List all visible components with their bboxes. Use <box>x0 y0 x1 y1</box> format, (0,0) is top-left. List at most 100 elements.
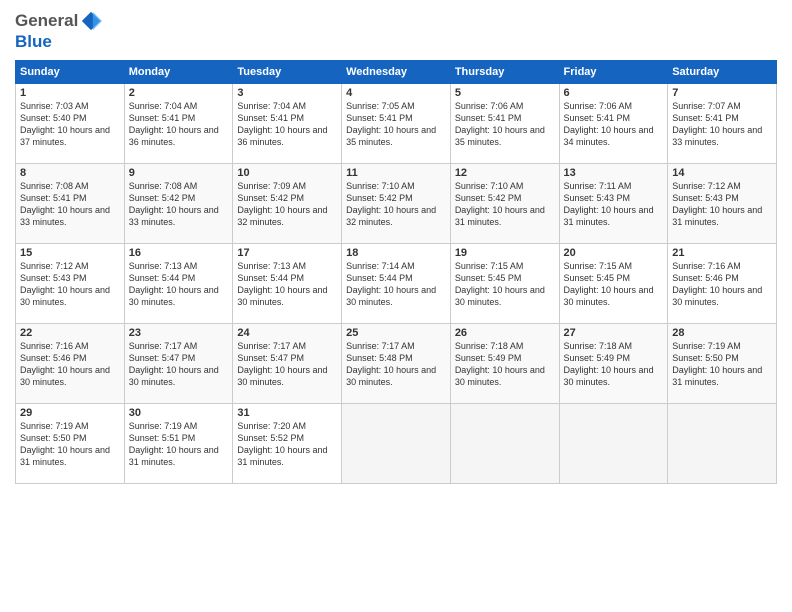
day-number: 18 <box>346 247 446 259</box>
calendar-cell: 30 Sunrise: 7:19 AMSunset: 5:51 PMDayligh… <box>124 404 233 484</box>
day-number: 27 <box>564 327 664 339</box>
logo-icon <box>80 10 102 32</box>
calendar-cell: 6Sunrise: 7:06 AMSunset: 5:41 PMDaylight… <box>559 84 668 164</box>
day-info: Sunrise: 7:10 AMSunset: 5:42 PMDaylight:… <box>455 181 545 227</box>
day-number: 11 <box>346 167 446 179</box>
calendar-cell: 18 Sunrise: 7:14 AMSunset: 5:44 PMDayligh… <box>342 244 451 324</box>
calendar-cell: 26 Sunrise: 7:18 AMSunset: 5:49 PMDayligh… <box>450 324 559 404</box>
calendar-cell: 28 Sunrise: 7:19 AMSunset: 5:50 PMDayligh… <box>668 324 777 404</box>
logo-blue-text: Blue <box>15 32 52 52</box>
calendar-week-2: 8 Sunrise: 7:08 AMSunset: 5:41 PMDaylight… <box>16 164 777 244</box>
calendar-cell: 31 Sunrise: 7:20 AMSunset: 5:52 PMDayligh… <box>233 404 342 484</box>
day-number: 3 <box>237 87 337 99</box>
calendar-cell: 19 Sunrise: 7:15 AMSunset: 5:45 PMDayligh… <box>450 244 559 324</box>
day-info: Sunrise: 7:18 AMSunset: 5:49 PMDaylight:… <box>564 341 654 387</box>
header-row: SundayMondayTuesdayWednesdayThursdayFrid… <box>16 61 777 84</box>
day-info: Sunrise: 7:12 AMSunset: 5:43 PMDaylight:… <box>20 261 110 307</box>
calendar-table: SundayMondayTuesdayWednesdayThursdayFrid… <box>15 60 777 484</box>
day-number: 17 <box>237 247 337 259</box>
day-number: 21 <box>672 247 772 259</box>
day-number: 29 <box>20 407 120 419</box>
day-info: Sunrise: 7:04 AMSunset: 5:41 PMDaylight:… <box>129 101 219 147</box>
calendar-cell: 14 Sunrise: 7:12 AMSunset: 5:43 PMDayligh… <box>668 164 777 244</box>
calendar-cell: 10 Sunrise: 7:09 AMSunset: 5:42 PMDayligh… <box>233 164 342 244</box>
day-number: 23 <box>129 327 229 339</box>
calendar-week-5: 29 Sunrise: 7:19 AMSunset: 5:50 PMDayligh… <box>16 404 777 484</box>
day-number: 9 <box>129 167 229 179</box>
day-number: 15 <box>20 247 120 259</box>
calendar-cell <box>559 404 668 484</box>
calendar-cell: 3 Sunrise: 7:04 AMSunset: 5:41 PMDaylight… <box>233 84 342 164</box>
day-info: Sunrise: 7:13 AMSunset: 5:44 PMDaylight:… <box>237 261 327 307</box>
day-info: Sunrise: 7:19 AMSunset: 5:50 PMDaylight:… <box>672 341 762 387</box>
day-number: 7 <box>672 87 772 99</box>
day-number: 13 <box>564 167 664 179</box>
calendar-cell: 9 Sunrise: 7:08 AMSunset: 5:42 PMDaylight… <box>124 164 233 244</box>
calendar-cell: 1 Sunrise: 7:03 AMSunset: 5:40 PMDaylight… <box>16 84 125 164</box>
calendar-cell <box>342 404 451 484</box>
day-number: 10 <box>237 167 337 179</box>
day-number: 26 <box>455 327 555 339</box>
day-number: 30 <box>129 407 229 419</box>
day-number: 28 <box>672 327 772 339</box>
day-number: 8 <box>20 167 120 179</box>
calendar-week-3: 15 Sunrise: 7:12 AMSunset: 5:43 PMDayligh… <box>16 244 777 324</box>
day-info: Sunrise: 7:10 AMSunset: 5:42 PMDaylight:… <box>346 181 436 227</box>
header: General Blue <box>15 10 777 52</box>
calendar-cell: 17 Sunrise: 7:13 AMSunset: 5:44 PMDayligh… <box>233 244 342 324</box>
calendar-week-4: 22Sunrise: 7:16 AMSunset: 5:46 PMDayligh… <box>16 324 777 404</box>
day-info: Sunrise: 7:18 AMSunset: 5:49 PMDaylight:… <box>455 341 545 387</box>
calendar-cell <box>450 404 559 484</box>
day-number: 19 <box>455 247 555 259</box>
calendar-cell: 22Sunrise: 7:16 AMSunset: 5:46 PMDayligh… <box>16 324 125 404</box>
day-number: 25 <box>346 327 446 339</box>
calendar-cell: 24 Sunrise: 7:17 AMSunset: 5:47 PMDayligh… <box>233 324 342 404</box>
day-header-friday: Friday <box>559 61 668 84</box>
day-header-saturday: Saturday <box>668 61 777 84</box>
calendar-cell: 2 Sunrise: 7:04 AMSunset: 5:41 PMDaylight… <box>124 84 233 164</box>
day-info: Sunrise: 7:09 AMSunset: 5:42 PMDaylight:… <box>237 181 327 227</box>
day-number: 12 <box>455 167 555 179</box>
day-info: Sunrise: 7:05 AMSunset: 5:41 PMDaylight:… <box>346 101 436 147</box>
day-info: Sunrise: 7:12 AMSunset: 5:43 PMDaylight:… <box>672 181 762 227</box>
day-info: Sunrise: 7:15 AMSunset: 5:45 PMDaylight:… <box>455 261 545 307</box>
calendar-cell: 7 Sunrise: 7:07 AMSunset: 5:41 PMDaylight… <box>668 84 777 164</box>
calendar-cell: 13Sunrise: 7:11 AMSunset: 5:43 PMDayligh… <box>559 164 668 244</box>
calendar-cell: 16Sunrise: 7:13 AMSunset: 5:44 PMDayligh… <box>124 244 233 324</box>
day-info: Sunrise: 7:17 AMSunset: 5:47 PMDaylight:… <box>129 341 219 387</box>
day-number: 31 <box>237 407 337 419</box>
day-number: 16 <box>129 247 229 259</box>
day-info: Sunrise: 7:06 AMSunset: 5:41 PMDaylight:… <box>455 101 545 147</box>
day-info: Sunrise: 7:19 AMSunset: 5:50 PMDaylight:… <box>20 421 110 467</box>
calendar-cell: 4Sunrise: 7:05 AMSunset: 5:41 PMDaylight… <box>342 84 451 164</box>
calendar-cell: 5 Sunrise: 7:06 AMSunset: 5:41 PMDaylight… <box>450 84 559 164</box>
calendar-cell: 23 Sunrise: 7:17 AMSunset: 5:47 PMDayligh… <box>124 324 233 404</box>
day-info: Sunrise: 7:03 AMSunset: 5:40 PMDaylight:… <box>20 101 110 147</box>
day-info: Sunrise: 7:14 AMSunset: 5:44 PMDaylight:… <box>346 261 436 307</box>
day-number: 5 <box>455 87 555 99</box>
calendar-cell: 29 Sunrise: 7:19 AMSunset: 5:50 PMDayligh… <box>16 404 125 484</box>
day-info: Sunrise: 7:16 AMSunset: 5:46 PMDaylight:… <box>672 261 762 307</box>
day-info: Sunrise: 7:19 AMSunset: 5:51 PMDaylight:… <box>129 421 219 467</box>
day-header-monday: Monday <box>124 61 233 84</box>
calendar-cell: 25 Sunrise: 7:17 AMSunset: 5:48 PMDayligh… <box>342 324 451 404</box>
day-info: Sunrise: 7:17 AMSunset: 5:47 PMDaylight:… <box>237 341 327 387</box>
day-info: Sunrise: 7:17 AMSunset: 5:48 PMDaylight:… <box>346 341 436 387</box>
day-number: 1 <box>20 87 120 99</box>
day-info: Sunrise: 7:20 AMSunset: 5:52 PMDaylight:… <box>237 421 327 467</box>
day-info: Sunrise: 7:08 AMSunset: 5:42 PMDaylight:… <box>129 181 219 227</box>
day-number: 24 <box>237 327 337 339</box>
day-info: Sunrise: 7:07 AMSunset: 5:41 PMDaylight:… <box>672 101 762 147</box>
calendar-cell: 11 Sunrise: 7:10 AMSunset: 5:42 PMDayligh… <box>342 164 451 244</box>
page-container: General Blue SundayMondayTuesdayWednesda… <box>0 0 792 494</box>
day-number: 2 <box>129 87 229 99</box>
calendar-cell: 15 Sunrise: 7:12 AMSunset: 5:43 PMDayligh… <box>16 244 125 324</box>
day-info: Sunrise: 7:04 AMSunset: 5:41 PMDaylight:… <box>237 101 327 147</box>
calendar-cell: 20Sunrise: 7:15 AMSunset: 5:45 PMDayligh… <box>559 244 668 324</box>
day-info: Sunrise: 7:06 AMSunset: 5:41 PMDaylight:… <box>564 101 654 147</box>
calendar-cell: 21 Sunrise: 7:16 AMSunset: 5:46 PMDayligh… <box>668 244 777 324</box>
day-number: 14 <box>672 167 772 179</box>
day-header-thursday: Thursday <box>450 61 559 84</box>
day-header-sunday: Sunday <box>16 61 125 84</box>
day-info: Sunrise: 7:08 AMSunset: 5:41 PMDaylight:… <box>20 181 110 227</box>
